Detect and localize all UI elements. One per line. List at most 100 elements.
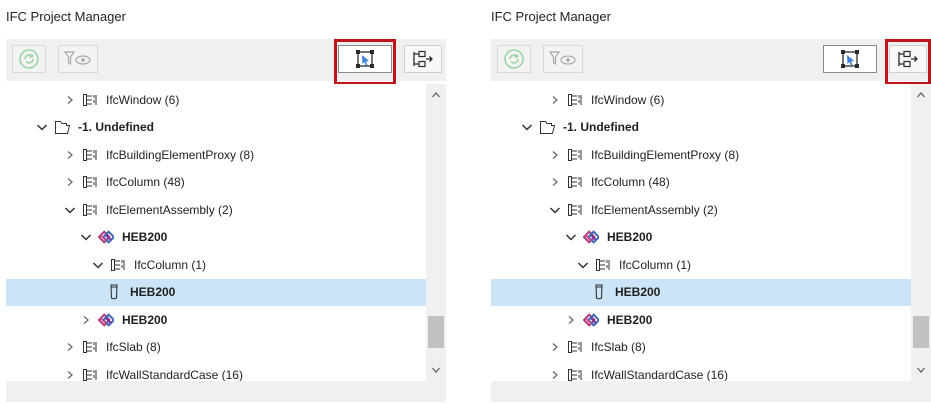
storey-folder-icon — [539, 120, 555, 134]
tree-row-label: HEB200 — [615, 285, 661, 299]
select-in-model-icon — [354, 48, 376, 70]
chevron-down-icon[interactable] — [521, 121, 533, 133]
tree-row-label: IfcElementAssembly (2) — [106, 202, 233, 217]
filter-button[interactable] — [543, 45, 583, 73]
tree-row[interactable]: IfcWindow (6) — [491, 86, 911, 113]
refresh-button[interactable] — [12, 45, 46, 73]
tree-row-label: HEB200 — [607, 230, 653, 244]
column-element-icon — [106, 284, 122, 300]
chevron-down-icon[interactable] — [565, 231, 577, 243]
tree-row[interactable]: -1. Undefined — [6, 114, 426, 141]
select-in-model-button[interactable] — [823, 45, 877, 73]
scroll-thumb[interactable] — [428, 316, 444, 348]
tree-row[interactable]: IfcBuildingElementProxy (8) — [491, 141, 911, 168]
toolbar — [6, 39, 446, 85]
select-in-model-icon — [839, 48, 861, 70]
assembly-icon — [583, 312, 599, 327]
tree-row[interactable]: IfcSlab (8) — [6, 334, 426, 361]
assembly-icon — [98, 230, 114, 244]
tree-row-label: IfcBuildingElementProxy (8) — [591, 147, 740, 162]
tree-row[interactable]: -1. Undefined — [491, 114, 911, 141]
horizontal-scrollbar[interactable] — [491, 381, 931, 402]
chevron-right-icon[interactable] — [64, 369, 76, 381]
ifc-class-icon — [567, 93, 583, 107]
tree-row-label: IfcColumn (1) — [619, 257, 692, 272]
ifc-tree[interactable]: IfcWindow (6) -1. Undefined IfcBuildingEle… — [6, 84, 426, 381]
tree-row-label: IfcColumn (48) — [591, 175, 670, 189]
ifc-class-icon — [110, 258, 126, 272]
scroll-thumb[interactable] — [913, 316, 929, 348]
tree-row[interactable]: IfcColumn (48) — [6, 169, 426, 196]
horizontal-scrollbar[interactable] — [6, 381, 446, 402]
chevron-down-icon[interactable] — [92, 259, 104, 271]
tree-row-selected[interactable]: HEB200 — [491, 278, 911, 306]
scroll-up-arrow-icon[interactable] — [426, 86, 446, 104]
vertical-scrollbar[interactable] — [426, 84, 446, 381]
tree-row[interactable]: IfcColumn (1) — [6, 251, 426, 278]
tree-row-label: HEB200 — [130, 285, 176, 299]
ifc-project-manager-panel-1: IFC Project Manager IfcWindow (6) -1. Und… — [0, 0, 451, 404]
refresh-button[interactable] — [497, 45, 531, 73]
chevron-down-icon[interactable] — [80, 231, 92, 243]
column-element-icon — [591, 284, 607, 300]
tree-row[interactable]: IfcWallStandardCase (16) — [6, 361, 426, 381]
tree-row-label: -1. Undefined — [563, 120, 640, 134]
ifc-project-manager-panel-2: IFC Project Manager IfcWindow (6) -1. Und… — [485, 0, 931, 404]
chevron-down-icon[interactable] — [577, 259, 589, 271]
chevron-right-icon[interactable] — [80, 314, 92, 326]
refresh-icon — [18, 48, 40, 70]
toolbar — [491, 39, 931, 85]
vertical-scrollbar[interactable] — [911, 84, 931, 381]
tree-row[interactable]: IfcWindow (6) — [6, 86, 426, 113]
tree-row[interactable]: IfcBuildingElementProxy (8) — [6, 141, 426, 168]
tree-row-label: IfcWindow (6) — [591, 92, 665, 107]
ifc-class-icon — [567, 148, 583, 162]
chevron-right-icon[interactable] — [64, 94, 76, 106]
chevron-right-icon[interactable] — [549, 176, 561, 188]
ifc-class-icon — [82, 368, 98, 382]
ifc-class-icon — [82, 148, 98, 162]
tree-row[interactable]: HEB200 — [6, 224, 426, 251]
tree-row[interactable]: IfcColumn (48) — [491, 169, 911, 196]
tree-row[interactable]: HEB200 — [491, 306, 911, 333]
ifc-class-icon — [82, 340, 98, 354]
chevron-down-icon[interactable] — [549, 204, 561, 216]
tree-row[interactable]: IfcElementAssembly (2) — [491, 196, 911, 223]
tree-row[interactable]: HEB200 — [6, 306, 426, 333]
tree-row[interactable]: IfcSlab (8) — [491, 334, 911, 361]
ifc-class-icon — [567, 175, 583, 189]
assembly-icon — [98, 312, 114, 327]
tree-row-label: HEB200 — [122, 312, 168, 327]
tree-row[interactable]: HEB200 — [491, 224, 911, 251]
chevron-right-icon[interactable] — [64, 341, 76, 353]
chevron-right-icon[interactable] — [565, 314, 577, 326]
tree-row-label: IfcColumn (48) — [106, 175, 185, 189]
chevron-right-icon[interactable] — [549, 149, 561, 161]
storey-folder-icon — [54, 120, 70, 134]
tree-row[interactable]: IfcColumn (1) — [491, 251, 911, 278]
select-in-model-button[interactable] — [338, 45, 392, 73]
tree-row[interactable]: IfcElementAssembly (2) — [6, 196, 426, 223]
filter-icon — [64, 50, 92, 68]
scroll-down-arrow-icon[interactable] — [426, 361, 446, 379]
filter-icon — [549, 50, 577, 68]
chevron-right-icon[interactable] — [549, 341, 561, 353]
chevron-down-icon[interactable] — [36, 121, 48, 133]
chevron-right-icon[interactable] — [549, 369, 561, 381]
chevron-right-icon[interactable] — [549, 94, 561, 106]
tree-row-label: HEB200 — [122, 230, 168, 244]
ifc-tree[interactable]: IfcWindow (6) -1. Undefined IfcBuildingEle… — [491, 84, 911, 381]
select-in-tree-button[interactable] — [404, 45, 442, 73]
chevron-down-icon[interactable] — [64, 204, 76, 216]
scroll-down-arrow-icon[interactable] — [911, 361, 931, 379]
filter-button[interactable] — [58, 45, 98, 73]
tree-row-selected[interactable]: HEB200 — [6, 278, 426, 306]
scroll-up-arrow-icon[interactable] — [911, 86, 931, 104]
chevron-right-icon[interactable] — [64, 149, 76, 161]
select-in-tree-button[interactable] — [889, 45, 927, 73]
tree-row[interactable]: IfcWallStandardCase (16) — [491, 361, 911, 381]
ifc-class-icon — [82, 93, 98, 107]
tree-row-label: -1. Undefined — [78, 120, 155, 134]
tree-row-label: IfcSlab (8) — [106, 340, 161, 354]
chevron-right-icon[interactable] — [64, 176, 76, 188]
